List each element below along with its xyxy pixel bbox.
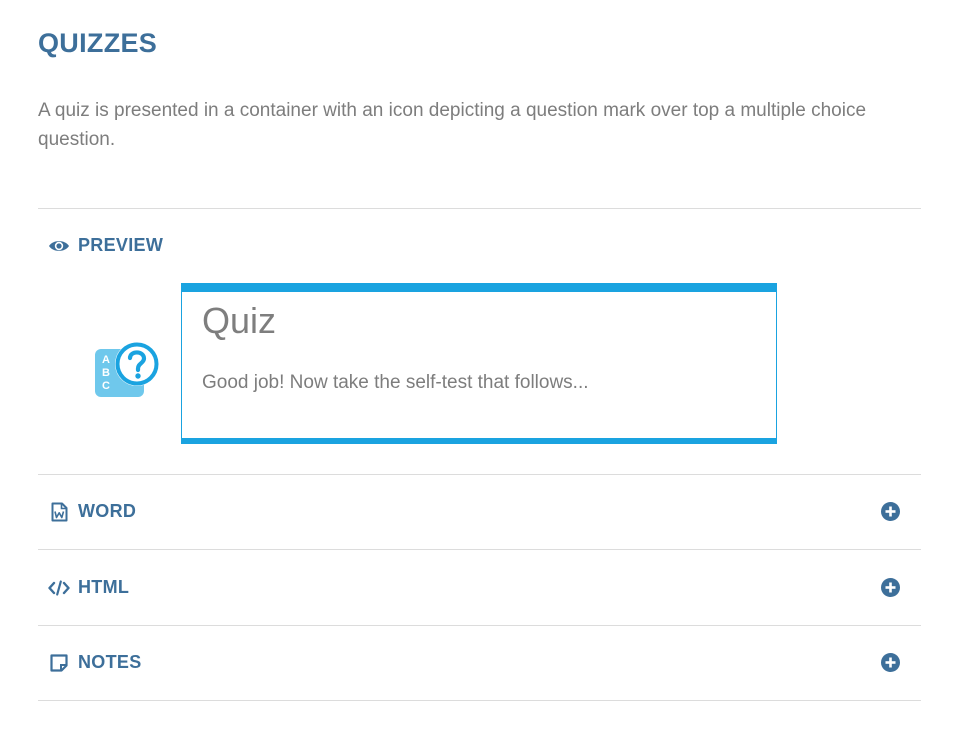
plus-icon [885,506,896,517]
html-expand-button[interactable] [881,578,900,597]
code-icon [48,578,70,598]
eye-icon [48,236,70,256]
word-section-toggle[interactable]: WORD [48,501,136,522]
word-label: WORD [78,501,137,521]
html-label: HTML [78,577,130,597]
quiz-icon: A B C [93,340,163,400]
word-expand-button[interactable] [881,502,900,521]
quiz-title: Quiz [202,300,277,341]
quiz-icon-letter-b: B [102,367,110,379]
sticky-note-icon [48,653,70,673]
divider [38,549,921,550]
quiz-icon-letter-c: C [102,380,110,392]
divider [38,474,921,475]
word-document-icon [48,502,70,522]
preview-header: PREVIEW [48,235,163,256]
plus-icon [885,582,896,593]
divider [38,208,921,209]
intro-text: A quiz is presented in a container with … [38,100,867,150]
plus-icon [885,657,896,668]
quiz-text: Good job! Now take the self-test that fo… [202,372,589,393]
html-section-toggle[interactable]: HTML [48,577,129,598]
notes-expand-button[interactable] [881,653,900,672]
quiz-icon-letter-a: A [102,354,110,366]
preview-label: PREVIEW [78,235,164,255]
notes-label: NOTES [78,652,142,672]
page-title: QUIZZES [38,28,158,58]
divider [38,625,921,626]
quiz-container: Quiz Good job! Now take the self-test th… [181,283,777,444]
divider [38,700,921,701]
notes-section-toggle[interactable]: NOTES [48,652,142,673]
